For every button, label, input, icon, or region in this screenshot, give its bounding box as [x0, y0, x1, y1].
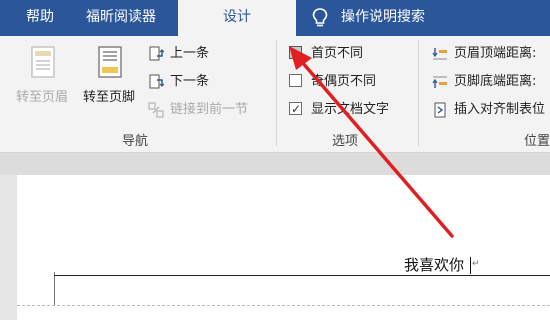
- annotation-arrow: [289, 46, 454, 238]
